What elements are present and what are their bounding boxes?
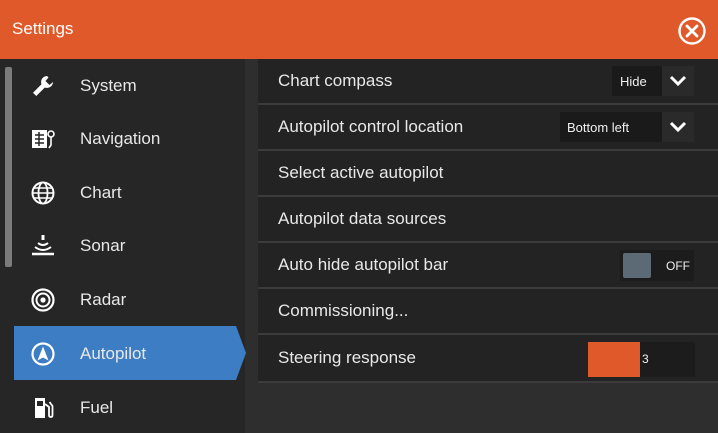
chart-compass-dropdown[interactable]: Hide: [612, 66, 694, 96]
close-button[interactable]: [677, 16, 707, 46]
sidebar-item-sonar[interactable]: Sonar: [14, 219, 236, 272]
setting-row-chart-compass[interactable]: Chart compass Hide: [258, 59, 718, 103]
settings-panel: Chart compass Hide Autopilot control loc…: [258, 59, 718, 433]
sidebar-item-label: Fuel: [80, 398, 114, 417]
setting-row-auto-hide-autopilot-bar[interactable]: Auto hide autopilot bar OFF: [258, 243, 718, 287]
setting-row-steering-response[interactable]: Steering response 3: [258, 335, 718, 381]
dropdown-button[interactable]: [662, 112, 694, 142]
setting-row-commissioning[interactable]: Commissioning...: [258, 289, 718, 333]
sidebar-item-fuel[interactable]: Fuel: [14, 381, 236, 433]
setting-label: Auto hide autopilot bar: [278, 255, 449, 274]
toggle-knob: [623, 253, 651, 278]
sidebar-item-label: Chart: [80, 183, 122, 202]
setting-label: Select active autopilot: [278, 163, 444, 182]
close-icon: [678, 17, 706, 45]
dropdown-button[interactable]: [662, 66, 694, 96]
settings-window: Settings System Navigation Chart Sonar R…: [0, 0, 718, 433]
title-bar: Settings: [0, 0, 718, 59]
sidebar-item-label: System: [80, 76, 137, 95]
sidebar-item-label: Sonar: [80, 236, 126, 255]
sidebar-item-label: Navigation: [80, 129, 161, 148]
sidebar-item-label: Radar: [80, 290, 127, 309]
sidebar-item-radar[interactable]: Radar: [14, 273, 236, 326]
auto-hide-toggle[interactable]: OFF: [620, 250, 694, 281]
steering-response-slider[interactable]: 3: [588, 342, 695, 377]
autopilot-control-location-dropdown[interactable]: Bottom left: [560, 112, 694, 142]
autopilot-icon: [31, 342, 55, 366]
setting-row-autopilot-data-sources[interactable]: Autopilot data sources: [258, 197, 718, 241]
wrench-icon: [33, 76, 53, 96]
sidebar-item-label: Autopilot: [80, 344, 147, 363]
sidebar-item-system[interactable]: System: [14, 59, 236, 112]
slider-value: 3: [642, 352, 649, 366]
settings-sidebar: System Navigation Chart Sonar Radar Auto…: [0, 59, 246, 433]
radar-icon: [31, 288, 55, 312]
slider-fill: [588, 342, 640, 377]
sidebar-item-autopilot[interactable]: Autopilot: [14, 327, 236, 380]
setting-label: Steering response: [278, 348, 416, 367]
setting-label: Chart compass: [278, 71, 393, 90]
toggle-state: OFF: [666, 259, 690, 273]
chevron-down-icon: [669, 75, 687, 87]
window-title: Settings: [12, 19, 74, 38]
sidebar-item-navigation[interactable]: Navigation: [14, 112, 236, 165]
setting-label: Autopilot data sources: [278, 209, 447, 228]
fuel-icon: [35, 398, 54, 418]
setting-label: Commissioning...: [278, 301, 409, 320]
setting-label: Autopilot control location: [278, 117, 464, 136]
dropdown-value: Bottom left: [567, 120, 630, 135]
globe-icon: [31, 181, 55, 205]
setting-row-select-active-autopilot[interactable]: Select active autopilot: [258, 151, 718, 195]
setting-row-autopilot-control-location[interactable]: Autopilot control location Bottom left: [258, 105, 718, 149]
chevron-down-icon: [669, 121, 687, 133]
dropdown-value: Hide: [620, 74, 647, 89]
sidebar-scrollbar[interactable]: [5, 67, 12, 267]
sonar-icon: [32, 235, 54, 256]
sidebar-item-chart[interactable]: Chart: [14, 166, 236, 219]
navigation-icon: [32, 130, 55, 149]
